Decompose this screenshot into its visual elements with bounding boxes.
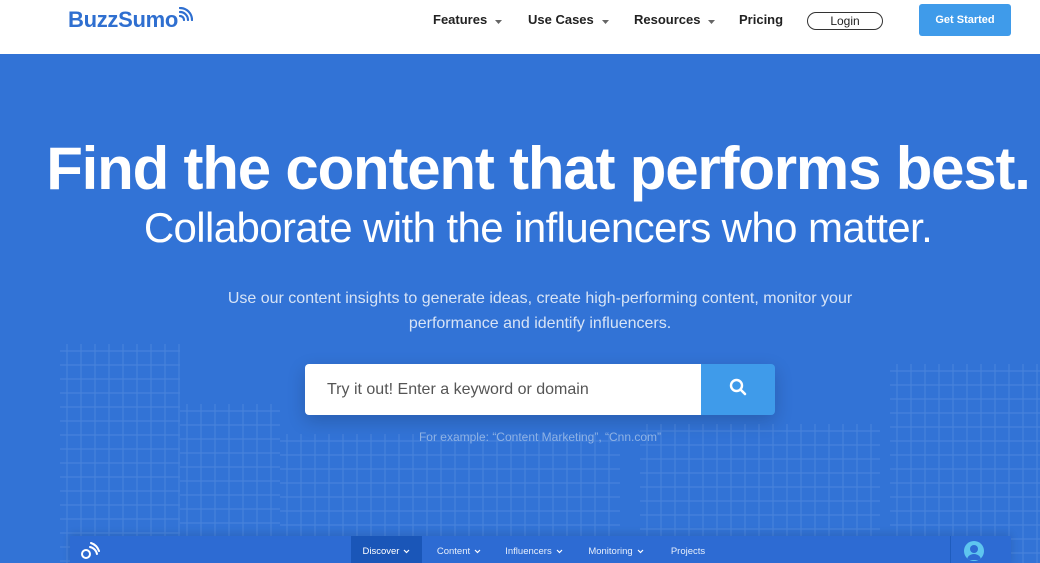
nav-features[interactable]: Features [433, 12, 503, 27]
brand-logo[interactable]: BuzzSumo [68, 6, 194, 34]
brand-name: BuzzSumo [68, 7, 179, 32]
app-logo-icon [80, 542, 100, 563]
chevron-down-icon [403, 546, 410, 557]
search-icon [729, 378, 747, 401]
app-tab-monitoring[interactable]: Monitoring [584, 536, 648, 563]
decorative-grid-pattern [60, 344, 180, 563]
app-preview-navbar: Discover Content Influencers Monitoring … [70, 536, 1011, 563]
login-button[interactable]: Login [807, 12, 883, 30]
search-bar [305, 364, 775, 415]
app-tab-influencers[interactable]: Influencers [500, 536, 568, 563]
app-tab-label: Influencers [505, 545, 552, 557]
chevron-down-icon [556, 546, 563, 557]
app-tab-projects[interactable]: Projects [663, 536, 713, 563]
hero-headline: Find the content that performs best. [46, 135, 1031, 202]
search-input[interactable] [305, 364, 701, 415]
nav-use-cases[interactable]: Use Cases [528, 12, 609, 27]
app-tab-label: Content [436, 545, 471, 557]
site-header: BuzzSumo Features Use Cases Resources Pr… [0, 0, 1040, 54]
app-tab-content[interactable]: Content [427, 536, 491, 563]
navbar-divider [950, 536, 951, 563]
nav-pricing-label: Pricing [739, 12, 784, 27]
nav-use-cases-label: Use Cases [528, 12, 594, 27]
nav-features-label: Features [433, 12, 488, 27]
chevron-down-icon [495, 12, 503, 27]
app-tab-label: Monitoring [588, 545, 633, 557]
chevron-down-icon [637, 546, 644, 557]
hero-section: Find the content that performs best. Col… [0, 54, 1040, 563]
nav-pricing[interactable]: Pricing [739, 12, 783, 27]
user-avatar-icon[interactable] [964, 541, 984, 561]
app-tab-discover[interactable]: Discover [351, 536, 422, 563]
hero-description: Use our content insights to generate ide… [227, 290, 853, 332]
chevron-down-icon [708, 12, 716, 27]
decorative-grid-pattern [890, 364, 1040, 563]
chevron-down-icon [474, 546, 481, 557]
app-tab-label: Discover [362, 545, 400, 557]
nav-resources[interactable]: Resources [634, 12, 716, 27]
search-example-text: For example: “Content Marketing”, “Cnn.c… [418, 430, 662, 444]
hero-subheadline: Collaborate with the influencers who mat… [143, 204, 933, 251]
rss-signal-icon [178, 6, 194, 26]
app-tab-label: Projects [670, 545, 706, 557]
get-started-button[interactable]: Get Started [919, 4, 1011, 36]
chevron-down-icon [601, 12, 609, 27]
nav-resources-label: Resources [634, 12, 701, 27]
search-button[interactable] [701, 364, 775, 415]
